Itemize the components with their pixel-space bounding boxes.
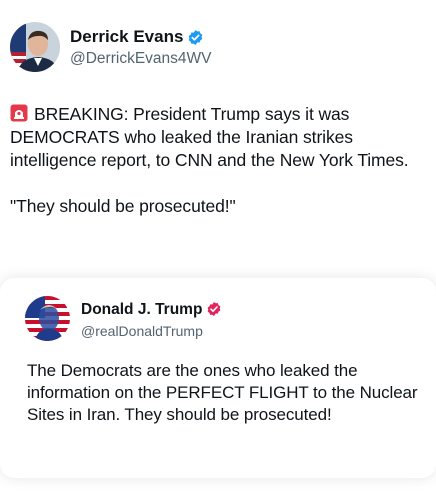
quoted-author-display-name[interactable]: Donald J. Trump xyxy=(81,301,202,319)
quoted-author-handle[interactable]: @realDonaldTrump xyxy=(81,323,223,339)
tweet-header: Derrick Evans @DerrickEvans4WV xyxy=(10,22,211,72)
author-handle[interactable]: @DerrickEvans4WV xyxy=(70,50,211,68)
police-car-light-icon xyxy=(10,104,28,122)
tweet-text: BREAKING: President Trump says it was DE… xyxy=(10,103,428,218)
author-display-name[interactable]: Derrick Evans xyxy=(70,27,183,47)
quoted-tweet-header: Donald J. Trump @realDonaldTrump xyxy=(25,296,223,341)
quoted-author-avatar[interactable] xyxy=(25,296,70,341)
verified-badge-icon xyxy=(187,29,204,46)
author-avatar[interactable] xyxy=(10,22,60,72)
tweet-text-quote: "They should be prosecuted!" xyxy=(10,196,236,216)
quoted-tweet-text: The Democrats are the ones who leaked th… xyxy=(27,361,418,424)
quoted-tweet-card[interactable]: Donald J. Trump @realDonaldTrump The Dem… xyxy=(0,278,436,478)
tweet-text-main: BREAKING: President Trump says it was DE… xyxy=(10,104,409,170)
verified-badge-icon xyxy=(206,301,223,318)
